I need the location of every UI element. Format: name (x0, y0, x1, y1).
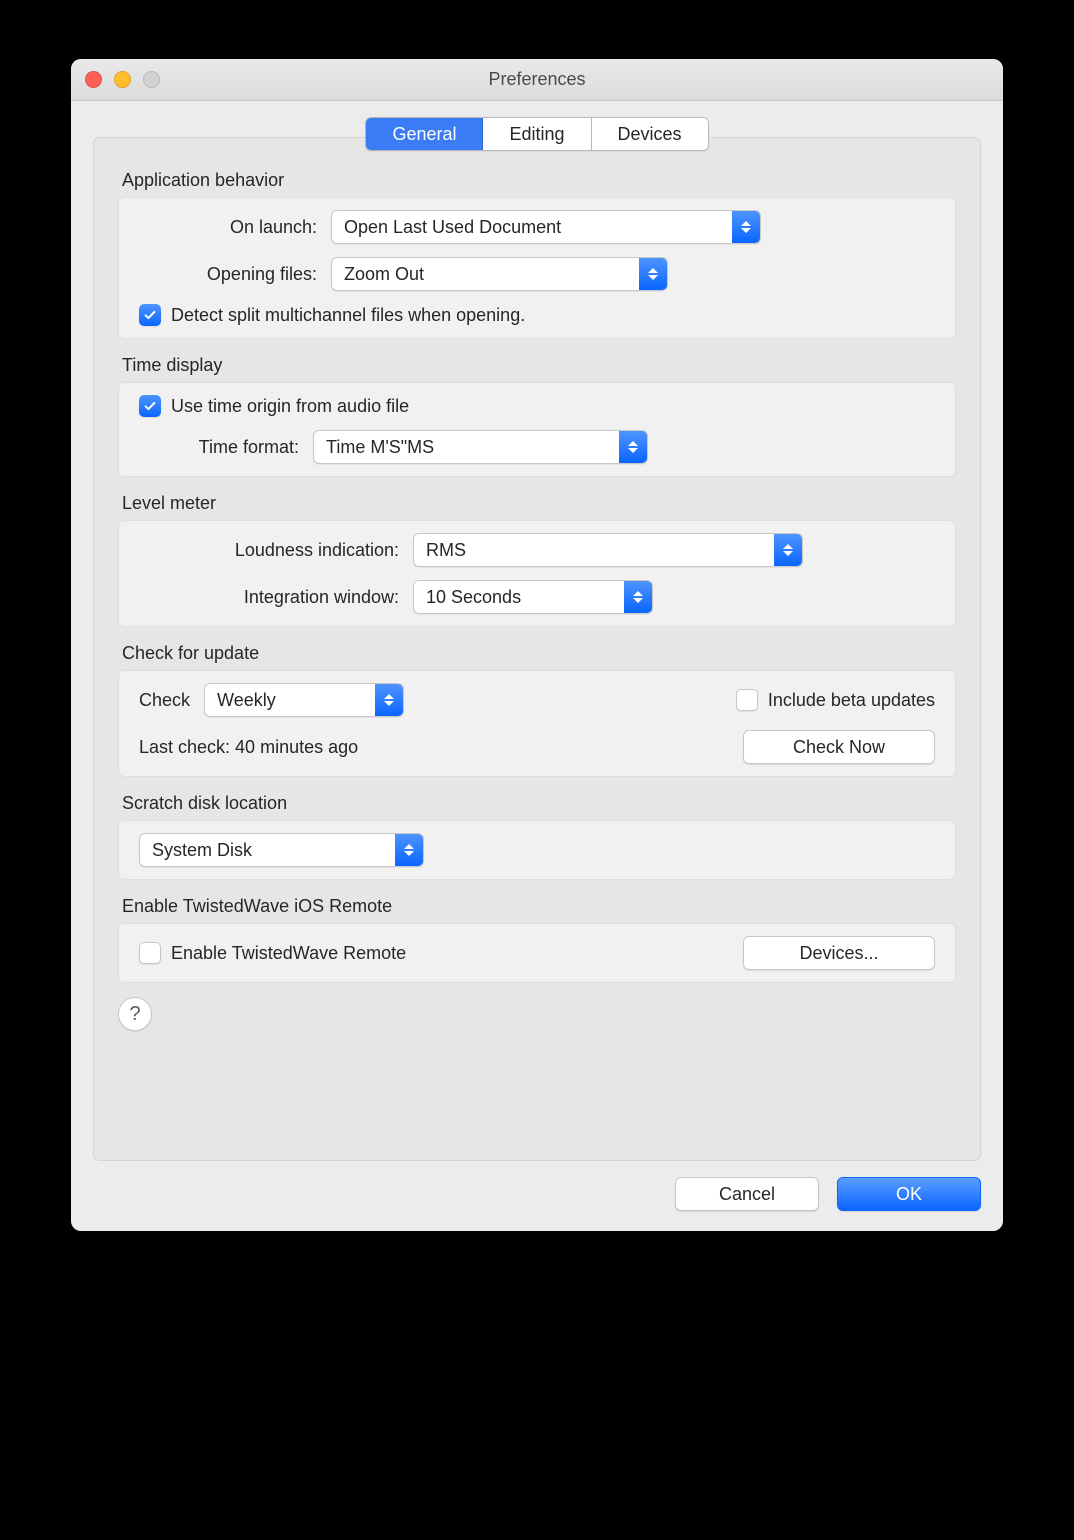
cancel-button[interactable]: Cancel (675, 1177, 819, 1211)
tab-general[interactable]: General (366, 118, 483, 150)
section-title-time-display: Time display (122, 355, 956, 376)
chevron-updown-icon (732, 211, 760, 243)
chevron-updown-icon (624, 581, 652, 613)
enable-remote-checkbox[interactable] (139, 942, 161, 964)
integration-window-label: Integration window: (139, 587, 399, 608)
scratch-disk-select[interactable]: System Disk (139, 833, 424, 867)
opening-files-label: Opening files: (139, 264, 317, 285)
on-launch-label: On launch: (139, 217, 317, 238)
check-frequency-label: Check (139, 690, 190, 711)
chevron-updown-icon (639, 258, 667, 290)
section-title-check-for-update: Check for update (122, 643, 956, 664)
ok-button[interactable]: OK (837, 1177, 981, 1211)
dialog-footer: Cancel OK (93, 1161, 981, 1211)
opening-files-value: Zoom Out (344, 264, 424, 285)
time-format-label: Time format: (139, 437, 299, 458)
close-window-button[interactable] (85, 71, 102, 88)
section-title-scratch-disk: Scratch disk location (122, 793, 956, 814)
section-title-application-behavior: Application behavior (122, 170, 956, 191)
section-check-for-update: Check for update Check Weekly Include be… (118, 643, 956, 777)
chevron-updown-icon (774, 534, 802, 566)
window-body: General Editing Devices Application beha… (71, 101, 1003, 1231)
zoom-window-button[interactable] (143, 71, 160, 88)
help-button[interactable]: ? (118, 997, 152, 1031)
preferences-window: Preferences General Editing Devices Appl… (71, 59, 1003, 1231)
use-time-origin-label: Use time origin from audio file (171, 396, 409, 417)
include-beta-label: Include beta updates (768, 690, 935, 711)
general-panel: Application behavior On launch: Open Las… (93, 137, 981, 1161)
integration-window-select[interactable]: 10 Seconds (413, 580, 653, 614)
loudness-indication-select[interactable]: RMS (413, 533, 803, 567)
chevron-updown-icon (375, 684, 403, 716)
check-icon (143, 308, 157, 322)
check-now-button[interactable]: Check Now (743, 730, 935, 764)
tab-bar: General Editing Devices (365, 117, 708, 151)
include-beta-checkbox[interactable] (736, 689, 758, 711)
titlebar: Preferences (71, 59, 1003, 101)
time-format-value: Time M'S"MS (326, 437, 434, 458)
last-check-text: Last check: 40 minutes ago (139, 737, 358, 758)
integration-window-value: 10 Seconds (426, 587, 521, 608)
chevron-updown-icon (395, 834, 423, 866)
opening-files-select[interactable]: Zoom Out (331, 257, 668, 291)
scratch-disk-value: System Disk (152, 840, 252, 861)
detect-multichannel-label: Detect split multichannel files when ope… (171, 305, 525, 326)
check-frequency-select[interactable]: Weekly (204, 683, 404, 717)
section-title-ios-remote: Enable TwistedWave iOS Remote (122, 896, 956, 917)
on-launch-select[interactable]: Open Last Used Document (331, 210, 761, 244)
on-launch-value: Open Last Used Document (344, 217, 561, 238)
section-application-behavior: Application behavior On launch: Open Las… (118, 170, 956, 339)
enable-remote-label: Enable TwistedWave Remote (171, 943, 406, 964)
use-time-origin-checkbox[interactable] (139, 395, 161, 417)
time-format-select[interactable]: Time M'S"MS (313, 430, 648, 464)
loudness-indication-label: Loudness indication: (139, 540, 399, 561)
window-title: Preferences (71, 69, 1003, 90)
check-frequency-value: Weekly (217, 690, 276, 711)
traffic-lights (85, 71, 160, 88)
chevron-updown-icon (619, 431, 647, 463)
tab-devices[interactable]: Devices (592, 118, 708, 150)
section-scratch-disk: Scratch disk location System Disk (118, 793, 956, 880)
section-title-level-meter: Level meter (122, 493, 956, 514)
check-icon (143, 399, 157, 413)
section-level-meter: Level meter Loudness indication: RMS Int… (118, 493, 956, 627)
detect-multichannel-checkbox[interactable] (139, 304, 161, 326)
loudness-indication-value: RMS (426, 540, 466, 561)
section-time-display: Time display Use time origin from audio … (118, 355, 956, 477)
remote-devices-button[interactable]: Devices... (743, 936, 935, 970)
section-ios-remote: Enable TwistedWave iOS Remote Enable Twi… (118, 896, 956, 983)
tab-editing[interactable]: Editing (483, 118, 591, 150)
minimize-window-button[interactable] (114, 71, 131, 88)
